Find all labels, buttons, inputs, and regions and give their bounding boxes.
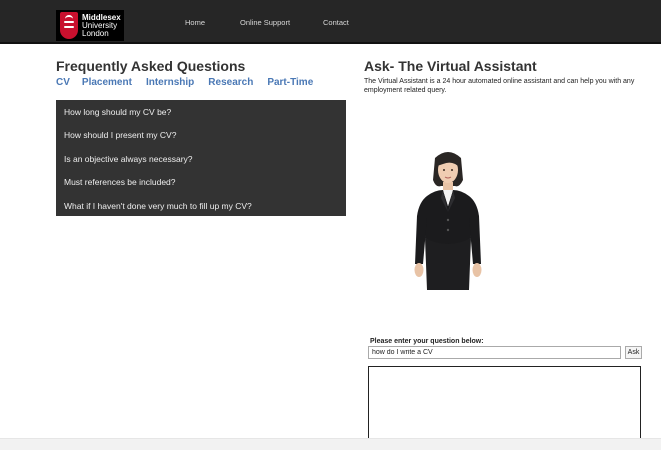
top-navigation-bar: Middlesex University London Home Online … (0, 0, 661, 44)
faq-title: Frequently Asked Questions (56, 58, 246, 74)
nav-contact[interactable]: Contact (323, 18, 349, 27)
logo-text: Middlesex University London (82, 13, 121, 38)
faq-question-item[interactable]: What if I haven't done very much to fill… (56, 200, 346, 223)
answer-output-box (368, 366, 641, 444)
tab-internship[interactable]: Internship (146, 77, 194, 88)
university-crest-icon (60, 12, 78, 39)
tab-research[interactable]: Research (208, 77, 253, 88)
question-input[interactable] (368, 346, 621, 359)
faq-question-list: How long should my CV be? How should I p… (56, 100, 346, 216)
assistant-title: Ask- The Virtual Assistant (364, 58, 537, 74)
faq-question-item[interactable]: Is an objective always necessary? (56, 153, 346, 176)
nav-home[interactable]: Home (185, 18, 205, 27)
faq-question-item[interactable]: How long should my CV be? (56, 106, 346, 129)
university-logo[interactable]: Middlesex University London (56, 10, 124, 41)
tab-part-time[interactable]: Part-Time (267, 77, 313, 88)
page-footer-strip (0, 438, 661, 450)
faq-question-item[interactable]: How should I present my CV? (56, 129, 346, 152)
ask-button[interactable]: Ask (625, 346, 642, 359)
tab-placement[interactable]: Placement (82, 77, 132, 88)
nav-online-support[interactable]: Online Support (240, 18, 290, 27)
tab-cv[interactable]: CV (56, 77, 70, 88)
faq-category-tabs: CV Placement Internship Research Part-Ti… (56, 77, 327, 88)
assistant-description: The Virtual Assistant is a 24 hour autom… (364, 78, 635, 94)
question-label: Please enter your question below: (370, 338, 484, 345)
virtual-assistant-avatar (414, 152, 482, 290)
logo-line-3: London (82, 28, 109, 38)
faq-question-item[interactable]: Must references be included? (56, 176, 346, 199)
